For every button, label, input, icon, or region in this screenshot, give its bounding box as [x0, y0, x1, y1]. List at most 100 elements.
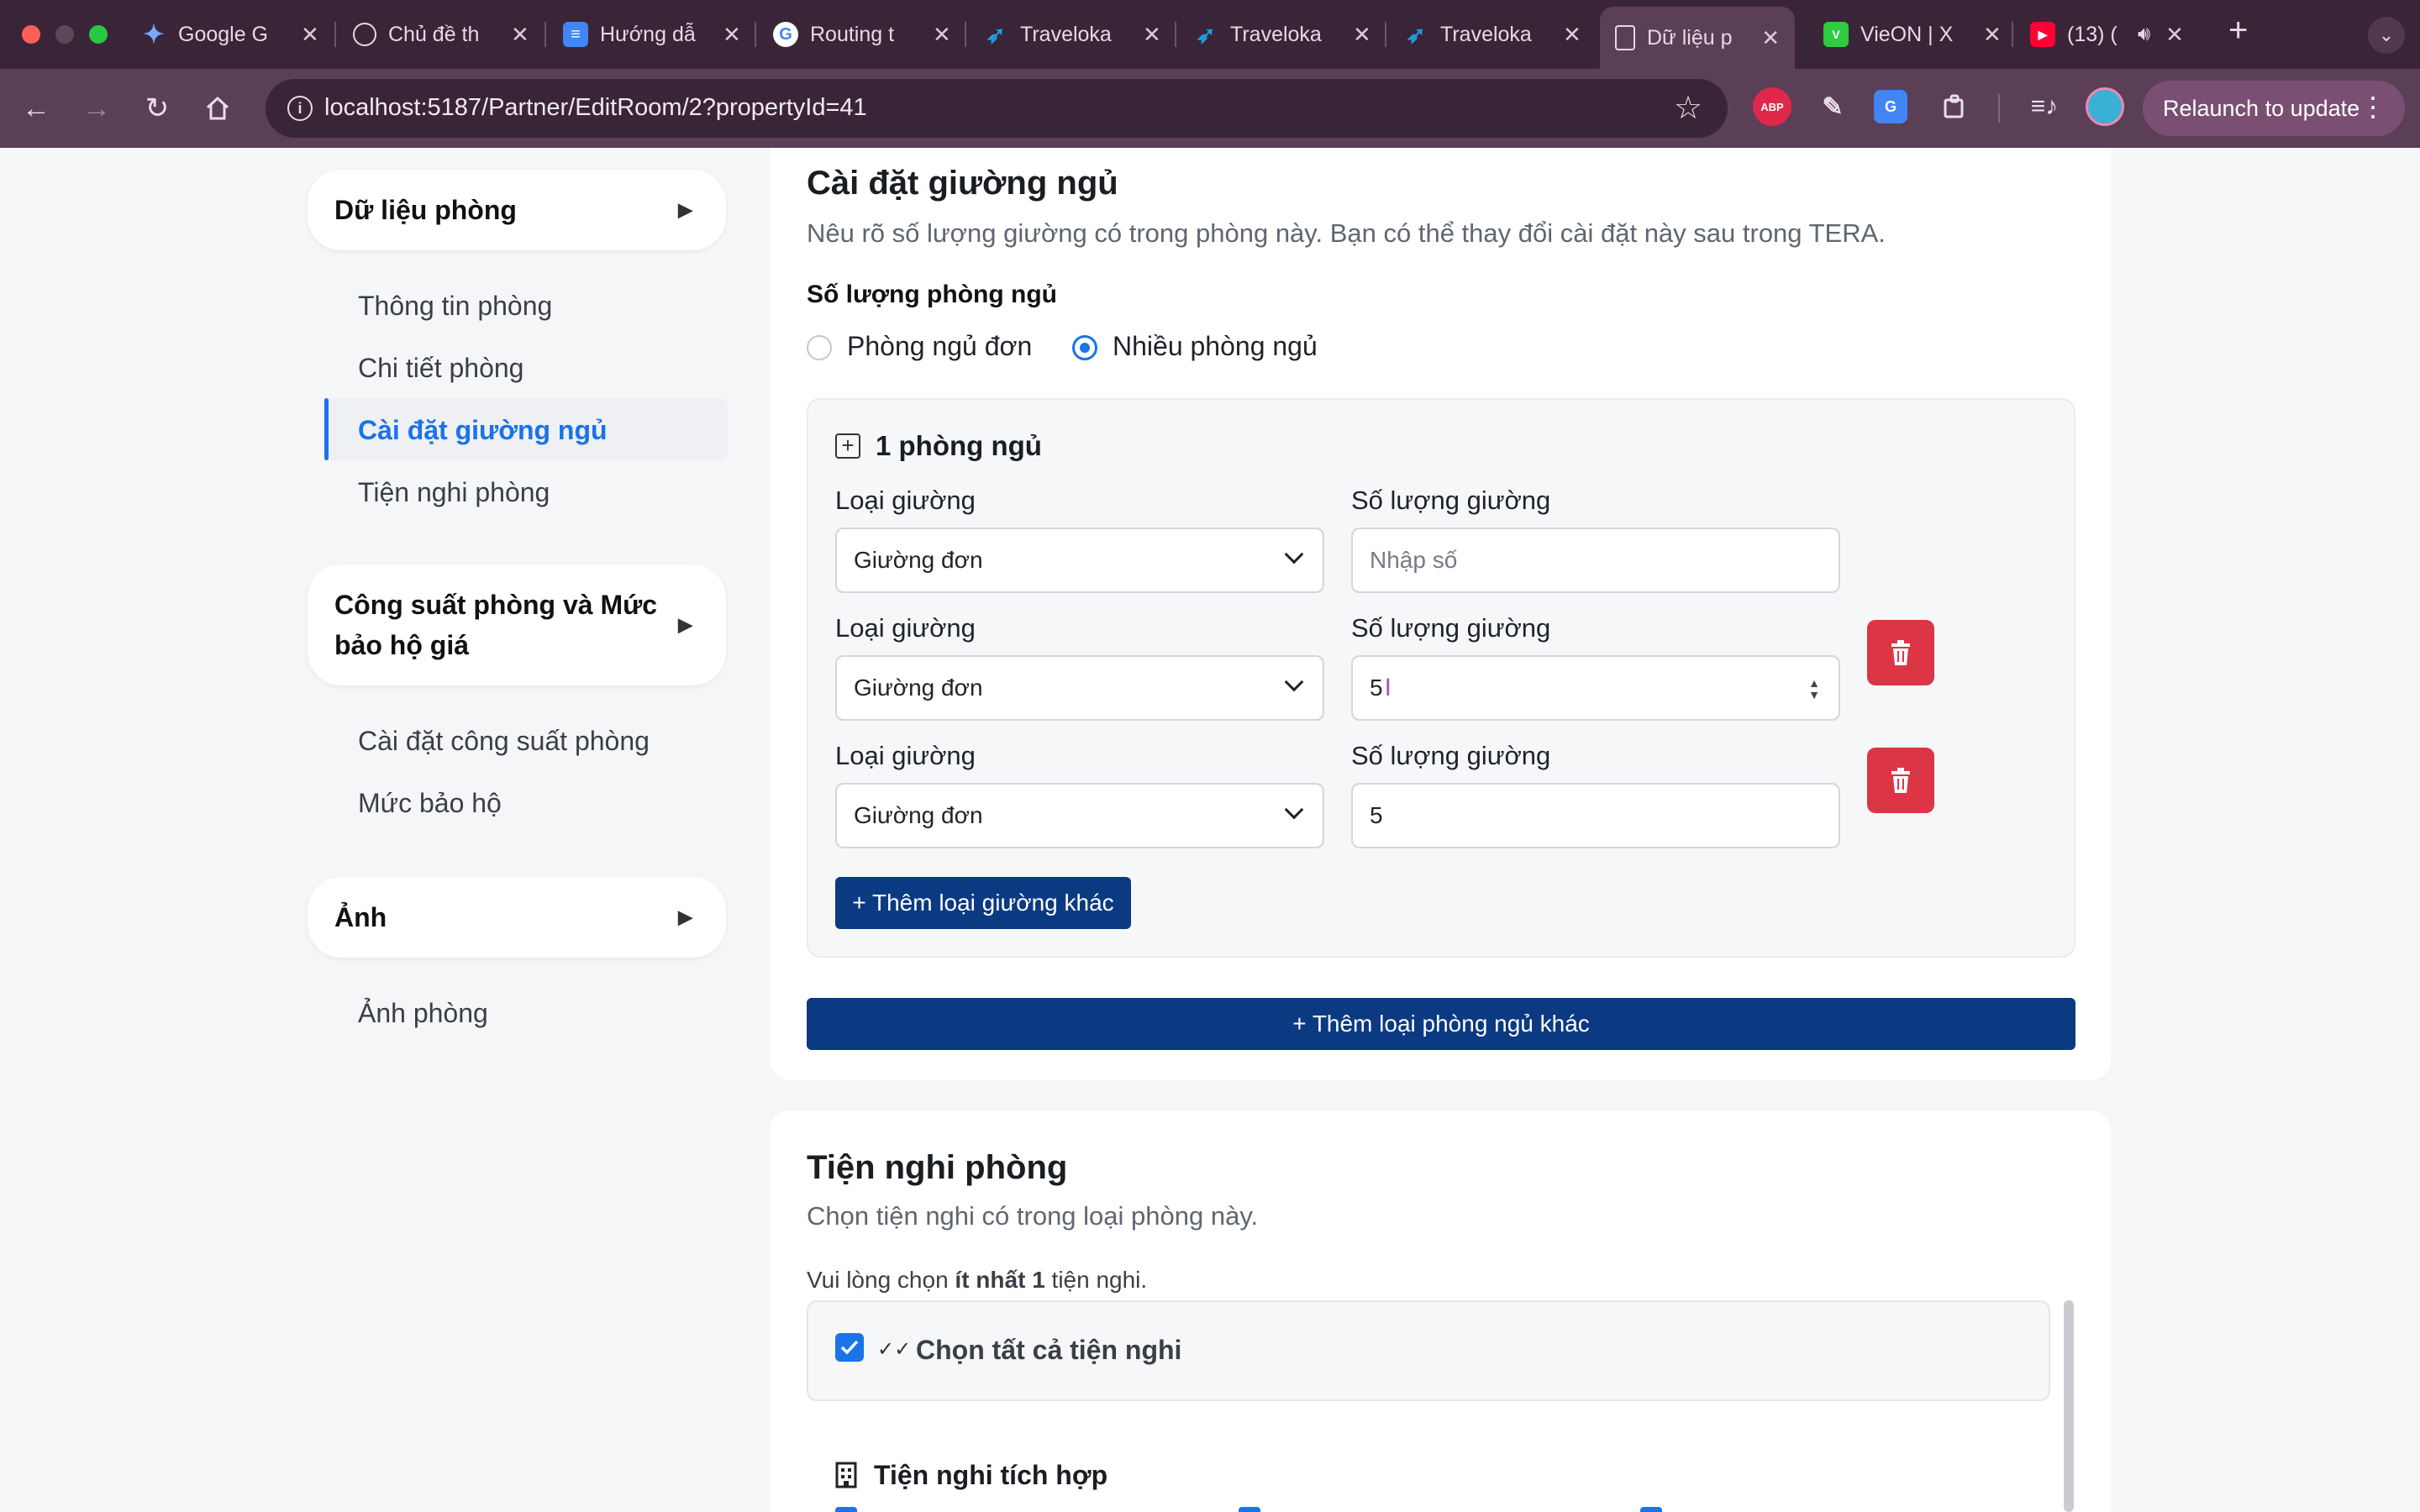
close-tab-icon[interactable]: ✕	[511, 22, 529, 48]
close-tab-icon[interactable]: ✕	[1353, 22, 1371, 48]
double-check-icon: ✓✓	[877, 1338, 912, 1361]
sidebar-item-room-photos[interactable]: Ảnh phòng	[358, 998, 488, 1029]
number-stepper-icon[interactable]: ▲ ▼	[1808, 677, 1820, 701]
browser-tab[interactable]: ➶ Traveloka ✕	[968, 7, 1176, 62]
bed-type-select[interactable]: Giường đơn	[835, 655, 1324, 721]
address-bar[interactable]: i localhost:5187/Partner/EditRoom/2?prop…	[266, 79, 1728, 138]
amenities-description: Chọn tiện nghi có trong loại phòng này.	[807, 1201, 1259, 1231]
browser-tab[interactable]: ≡ Hướng dẫ ✕	[548, 7, 756, 62]
close-tab-icon[interactable]: ✕	[1761, 25, 1780, 51]
browser-tab[interactable]: V VieON | X ✕	[1808, 7, 2017, 62]
site-info-icon[interactable]: i	[287, 96, 313, 121]
more-menu-icon[interactable]: ⋮	[2360, 91, 2386, 123]
google-icon: G	[773, 22, 798, 47]
media-icon[interactable]: ≡♪	[2025, 87, 2064, 126]
browser-tab[interactable]: ✦ Google G ✕	[126, 7, 334, 62]
bookmark-star-icon[interactable]: ☆	[1674, 89, 1702, 127]
add-bed-type-button[interactable]: + Thêm loại giường khác	[835, 877, 1131, 929]
sidebar-section-room-data[interactable]: Dữ liệu phòng ▶	[308, 170, 726, 250]
bed-count-input[interactable]: 5	[1351, 783, 1840, 848]
sidebar-section-capacity[interactable]: Công suất phòng và Mức bảo hộ giá ▶	[308, 564, 726, 685]
window-minimize-button[interactable]	[55, 25, 74, 44]
delete-bed-button[interactable]	[1867, 748, 1934, 813]
sidebar-item-protection[interactable]: Mức bảo hộ	[358, 788, 502, 819]
sidebar-item-room-detail[interactable]: Chi tiết phòng	[358, 353, 523, 384]
puzzle-icon[interactable]	[1936, 87, 1975, 126]
close-tab-icon[interactable]: ✕	[301, 22, 319, 48]
radio-single-bedroom[interactable]	[807, 335, 832, 360]
browser-tab[interactable]: ➶ Traveloka ✕	[1388, 7, 1597, 62]
tab-search-icon[interactable]: ⌄	[2368, 17, 2405, 54]
reload-icon[interactable]: ↻	[138, 89, 176, 128]
browser-tab[interactable]: G Routing t ✕	[758, 7, 966, 62]
delete-bed-button[interactable]	[1867, 620, 1934, 685]
tab-title: Chủ đề th	[388, 22, 480, 46]
gemini-icon: ✦	[143, 20, 165, 49]
bed-type-select[interactable]: Giường đơn	[835, 528, 1324, 593]
tab-title: (13) (	[2067, 22, 2118, 46]
bed-type-value: Giường đơn	[854, 802, 983, 828]
close-tab-icon[interactable]: ✕	[723, 22, 741, 48]
browser-tab-active[interactable]: Dữ liệu p ✕	[1600, 7, 1795, 69]
chevron-down-icon	[1284, 800, 1304, 820]
tab-title: Dữ liệu p	[1647, 25, 1733, 50]
forward-icon[interactable]: →	[77, 89, 116, 128]
url-text[interactable]: localhost:5187/Partner/EditRoom/2?proper…	[324, 94, 867, 122]
sidebar-item-room-amenities[interactable]: Tiện nghi phòng	[358, 477, 550, 508]
window-zoom-button[interactable]	[89, 25, 108, 44]
bed-count-label: Số lượng giường	[1351, 741, 1551, 770]
expand-bedroom-icon[interactable]: +	[835, 433, 860, 459]
bed-type-select[interactable]: Giường đơn	[835, 783, 1324, 848]
radio-single-bedroom-label[interactable]: Phòng ngủ đơn	[847, 331, 1032, 362]
sidebar-item-bed-settings[interactable]: Cài đặt giường ngủ	[358, 415, 608, 446]
profile-avatar[interactable]	[2086, 87, 2124, 126]
browser-tab[interactable]: ➶ Traveloka ✕	[1178, 7, 1386, 62]
sidebar-section-photos[interactable]: Ảnh ▶	[308, 877, 726, 958]
add-bedroom-button[interactable]: + Thêm loại phòng ngủ khác	[807, 998, 2075, 1050]
bed-settings-title: Cài đặt giường ngủ	[807, 165, 1118, 202]
amenity-checkbox[interactable]	[1239, 1507, 1260, 1512]
close-tab-icon[interactable]: ✕	[933, 22, 951, 48]
check-icon	[840, 1340, 859, 1355]
sidebar-active-indicator	[324, 398, 329, 460]
close-tab-icon[interactable]: ✕	[1563, 22, 1581, 48]
bed-type-label: Loại giường	[835, 741, 976, 770]
close-tab-icon[interactable]: ✕	[2165, 22, 2184, 48]
adblock-icon[interactable]: ABP	[1753, 87, 1791, 126]
bed-count-input[interactable]: Nhập số	[1351, 528, 1840, 593]
browser-tab-bar: ✦ Google G ✕ Chủ đề th ✕ ≡ Hướng dẫ ✕ G …	[0, 0, 2420, 69]
select-all-label[interactable]: Chọn tất cả tiện nghi	[916, 1335, 1181, 1366]
window-close-button[interactable]	[22, 25, 40, 44]
traveloka-icon: ➶	[986, 21, 1006, 48]
back-icon[interactable]: ←	[17, 89, 55, 128]
translate-icon[interactable]: G	[1874, 90, 1907, 123]
chevron-down-icon	[1284, 544, 1304, 564]
toolbar-divider	[1998, 94, 2000, 123]
traveloka-icon: ➶	[1196, 21, 1216, 48]
bed-settings-description: Nêu rõ số lượng giường có trong phòng nà…	[807, 218, 1886, 248]
browser-tab[interactable]: Chủ đề th ✕	[338, 7, 544, 62]
browser-tab[interactable]: ▶ (13) ( 🔊︎ ✕	[2015, 7, 2199, 62]
radio-multiple-bedrooms[interactable]	[1072, 335, 1097, 360]
sidebar-item-capacity-settings[interactable]: Cài đặt công suất phòng	[358, 726, 650, 757]
audio-playing-icon[interactable]: 🔊︎	[2138, 23, 2150, 46]
amenity-checkbox[interactable]	[835, 1507, 857, 1512]
eyedropper-icon[interactable]: ✎	[1813, 87, 1852, 126]
bed-type-value: Giường đơn	[854, 675, 983, 701]
close-tab-icon[interactable]: ✕	[1143, 22, 1161, 48]
relaunch-button[interactable]: Relaunch to update ⋮	[2143, 81, 2405, 136]
bed-count-input[interactable]: 5 I ▲ ▼	[1351, 655, 1840, 721]
amenity-checkbox[interactable]	[1640, 1507, 1662, 1512]
radio-multiple-bedrooms-label[interactable]: Nhiều phòng ngủ	[1113, 331, 1318, 362]
close-tab-icon[interactable]: ✕	[1983, 22, 2002, 48]
sidebar-item-room-info[interactable]: Thông tin phòng	[358, 291, 552, 322]
sidebar-section-title: Dữ liệu phòng	[334, 195, 517, 225]
amenities-scrollbar[interactable]	[2064, 1300, 2074, 1512]
select-all-checkbox[interactable]	[835, 1333, 864, 1362]
new-tab-icon[interactable]: +	[2228, 12, 2248, 50]
tab-title: Traveloka	[1230, 22, 1322, 46]
bed-count-label: Số lượng giường	[1351, 613, 1551, 643]
docs-icon: ≡	[563, 22, 588, 47]
home-icon[interactable]	[198, 89, 237, 128]
integrated-amenities-title: Tiện nghi tích hợp	[874, 1460, 1108, 1490]
